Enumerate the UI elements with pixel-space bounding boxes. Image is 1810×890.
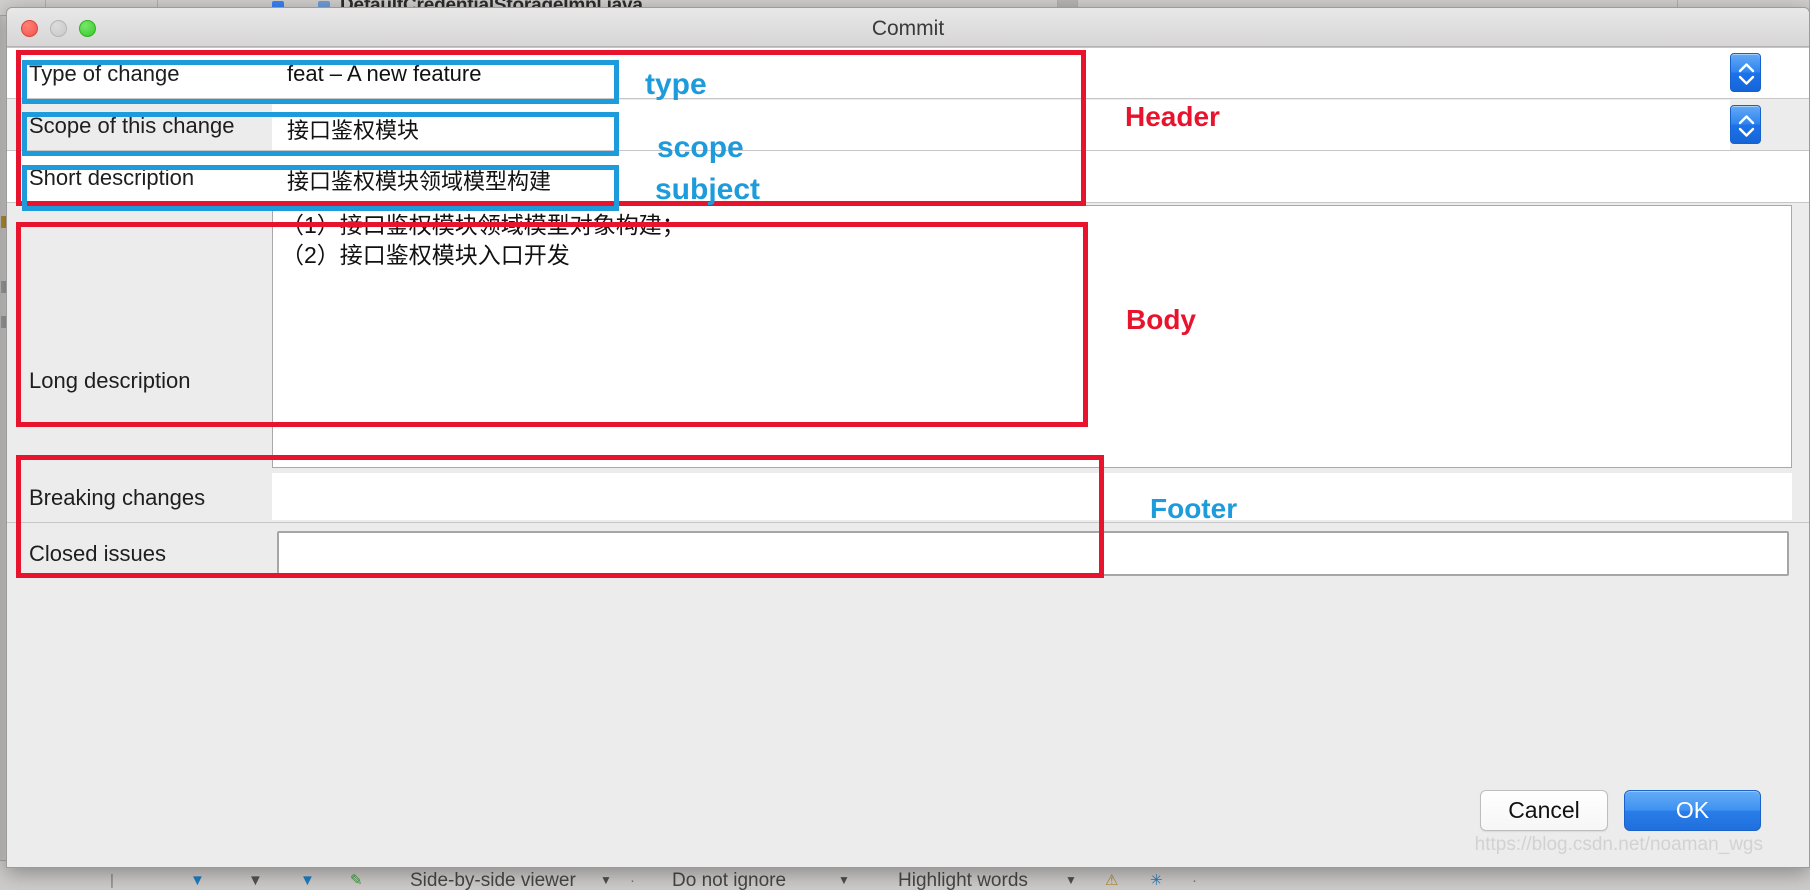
short-description-value: 接口鉴权模块领域模型构建 bbox=[287, 169, 552, 194]
breaking-changes-input[interactable] bbox=[272, 473, 1792, 520]
type-of-change-stepper[interactable] bbox=[1730, 53, 1761, 92]
whitespace-mode-chevron-down-icon[interactable]: ▼ bbox=[838, 873, 850, 887]
chevron-up-down-icon bbox=[1738, 115, 1755, 137]
scope-of-change-value: 接口鉴权模块 bbox=[287, 118, 420, 143]
label-long-description: Long description bbox=[29, 368, 191, 393]
settings-icon: ✳ bbox=[1150, 872, 1163, 889]
label-scope-of-change: Scope of this change bbox=[29, 113, 235, 138]
commit-dialog: Commit Type of change feat – A new featu… bbox=[6, 7, 1810, 868]
scope-of-change-combobox[interactable] bbox=[272, 100, 1730, 150]
dialog-titlebar: Commit bbox=[7, 8, 1809, 47]
dialog-content: Type of change feat – A new feature Scop… bbox=[7, 47, 1809, 867]
viewer-mode-chevron-down-icon[interactable]: ▼ bbox=[600, 873, 612, 887]
row-scope-of-change: Scope of this change 接口鉴权模块 bbox=[7, 99, 1809, 151]
highlight-mode-chevron-down-icon[interactable]: ▼ bbox=[1065, 873, 1077, 887]
whitespace-mode-label[interactable]: Do not ignore bbox=[672, 870, 786, 890]
toolbar-dot-icon: · bbox=[1192, 872, 1197, 889]
label-short-description: Short description bbox=[29, 165, 195, 190]
row-label-background bbox=[7, 203, 272, 471]
toolbar-divider-icon: | bbox=[110, 872, 114, 889]
watermark-text: https://blog.csdn.net/noaman_wgs bbox=[1474, 834, 1763, 855]
long-description-value: （1）接口鉴权模块领域模型对象构建； （2）接口鉴权模块入口开发 bbox=[281, 212, 685, 268]
label-breaking-changes: Breaking changes bbox=[29, 485, 206, 510]
row-closed-issues: Closed issues bbox=[7, 523, 1809, 589]
closed-issues-input[interactable] bbox=[277, 531, 1789, 576]
row-long-description: Long description （1）接口鉴权模块领域模型对象构建； （2）接… bbox=[7, 203, 1809, 471]
highlight-mode-label[interactable]: Highlight words bbox=[898, 870, 1028, 890]
type-of-change-combobox[interactable] bbox=[272, 48, 1730, 98]
collapse-icon: ▼ bbox=[248, 872, 263, 889]
edit-icon: ✎ bbox=[350, 872, 363, 889]
row-breaking-changes: Breaking changes bbox=[7, 471, 1809, 523]
label-type-of-change: Type of change bbox=[29, 61, 180, 86]
expand-icon: ▼ bbox=[300, 872, 315, 889]
dialog-button-bar: Cancel OK https://blog.csdn.net/noaman_w… bbox=[7, 778, 1809, 867]
long-description-textarea[interactable]: （1）接口鉴权模块领域模型对象构建； （2）接口鉴权模块入口开发 bbox=[272, 205, 1792, 468]
filter-down-icon: ▼ bbox=[190, 872, 205, 889]
row-type-of-change: Type of change feat – A new feature bbox=[7, 47, 1809, 99]
warning-icon: ⚠ bbox=[1105, 872, 1119, 889]
type-of-change-value: feat – A new feature bbox=[287, 61, 482, 86]
cancel-button[interactable]: Cancel bbox=[1480, 790, 1608, 831]
chevron-up-down-icon bbox=[1738, 63, 1755, 85]
viewer-mode-label[interactable]: Side-by-side viewer bbox=[410, 870, 576, 890]
toolbar-dot-icon: · bbox=[630, 872, 635, 889]
scope-of-change-stepper[interactable] bbox=[1730, 105, 1761, 144]
ok-button[interactable]: OK bbox=[1624, 790, 1761, 831]
row-short-description: Short description 接口鉴权模块领域模型构建 bbox=[7, 151, 1809, 203]
dialog-title: Commit bbox=[871, 17, 945, 40]
label-closed-issues: Closed issues bbox=[29, 541, 166, 566]
